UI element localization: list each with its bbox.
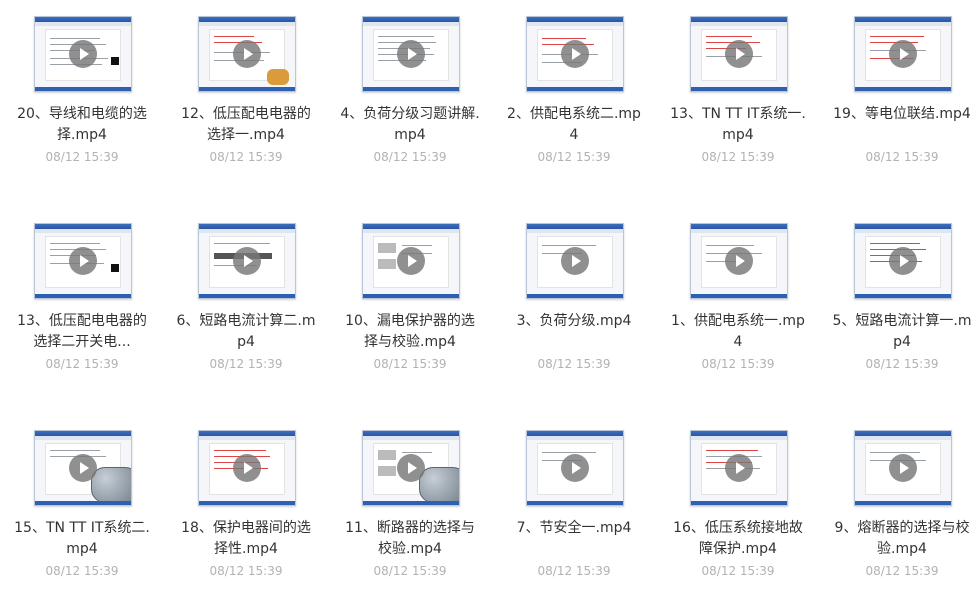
- video-title[interactable]: 9、熔断器的选择与校验.mp4: [832, 518, 972, 560]
- video-card[interactable]: 11、断路器的选择与校验.mp4 08/12 15:39: [328, 414, 492, 614]
- play-icon[interactable]: [69, 454, 97, 482]
- video-title[interactable]: 13、TN TT IT系统一.mp4: [668, 104, 808, 146]
- play-icon[interactable]: [397, 247, 425, 275]
- video-date: 08/12 15:39: [45, 564, 119, 578]
- play-icon[interactable]: [725, 247, 753, 275]
- video-grid: 20、导线和电缆的选择.mp4 08/12 15:39 12、低压配电电器的选择…: [0, 0, 980, 579]
- video-thumbnail[interactable]: [34, 430, 132, 506]
- video-card[interactable]: 9、熔断器的选择与校验.mp4 08/12 15:39: [820, 414, 980, 614]
- video-card[interactable]: 13、TN TT IT系统一.mp4 08/12 15:39: [656, 0, 820, 200]
- video-date: 08/12 15:39: [373, 150, 447, 164]
- video-thumbnail[interactable]: [526, 223, 624, 299]
- video-title[interactable]: 5、短路电流计算一.mp4: [832, 311, 972, 353]
- video-card[interactable]: 1、供配电系统一.mp4 08/12 15:39: [656, 207, 820, 407]
- video-date: 08/12 15:39: [865, 150, 939, 164]
- video-title[interactable]: 7、节安全一.mp4: [504, 518, 644, 539]
- video-thumbnail[interactable]: [198, 430, 296, 506]
- video-date: 08/12 15:39: [45, 357, 119, 371]
- video-thumbnail[interactable]: [854, 430, 952, 506]
- video-thumbnail[interactable]: [690, 223, 788, 299]
- video-thumbnail[interactable]: [34, 16, 132, 92]
- video-date: 08/12 15:39: [209, 357, 283, 371]
- video-card[interactable]: 13、低压配电电器的选择二开关电... 08/12 15:39: [0, 207, 164, 407]
- video-card[interactable]: 3、负荷分级.mp4 08/12 15:39: [492, 207, 656, 407]
- play-icon[interactable]: [397, 40, 425, 68]
- play-icon[interactable]: [233, 40, 261, 68]
- video-title[interactable]: 15、TN TT IT系统二.mp4: [12, 518, 152, 560]
- video-card[interactable]: 10、漏电保护器的选择与校验.mp4 08/12 15:39: [328, 207, 492, 407]
- video-title[interactable]: 18、保护电器间的选择性.mp4: [176, 518, 316, 560]
- video-card[interactable]: 19、等电位联结.mp4 08/12 15:39: [820, 0, 980, 200]
- video-thumbnail[interactable]: [362, 430, 460, 506]
- video-title[interactable]: 20、导线和电缆的选择.mp4: [12, 104, 152, 146]
- video-date: 08/12 15:39: [701, 564, 775, 578]
- video-title[interactable]: 1、供配电系统一.mp4: [668, 311, 808, 353]
- video-card[interactable]: 2、供配电系统二.mp4 08/12 15:39: [492, 0, 656, 200]
- video-date: 08/12 15:39: [701, 357, 775, 371]
- video-date: 08/12 15:39: [373, 357, 447, 371]
- video-thumbnail[interactable]: [34, 223, 132, 299]
- video-thumbnail[interactable]: [362, 223, 460, 299]
- video-title[interactable]: 13、低压配电电器的选择二开关电...: [12, 311, 152, 353]
- device-image: [419, 467, 459, 503]
- device-image: [91, 467, 131, 503]
- video-title[interactable]: 6、短路电流计算二.mp4: [176, 311, 316, 353]
- video-title[interactable]: 12、低压配电电器的选择一.mp4: [176, 104, 316, 146]
- video-date: 08/12 15:39: [865, 357, 939, 371]
- video-title[interactable]: 10、漏电保护器的选择与校验.mp4: [340, 311, 480, 353]
- video-thumbnail[interactable]: [690, 430, 788, 506]
- video-card[interactable]: 15、TN TT IT系统二.mp4 08/12 15:39: [0, 414, 164, 614]
- video-title[interactable]: 2、供配电系统二.mp4: [504, 104, 644, 146]
- video-card[interactable]: 12、低压配电电器的选择一.mp4 08/12 15:39: [164, 0, 328, 200]
- video-card[interactable]: 20、导线和电缆的选择.mp4 08/12 15:39: [0, 0, 164, 200]
- video-thumbnail[interactable]: [854, 223, 952, 299]
- video-title[interactable]: 11、断路器的选择与校验.mp4: [340, 518, 480, 560]
- video-thumbnail[interactable]: [198, 16, 296, 92]
- video-date: 08/12 15:39: [537, 357, 611, 371]
- video-date: 08/12 15:39: [537, 150, 611, 164]
- video-title[interactable]: 16、低压系统接地故障保护.mp4: [668, 518, 808, 560]
- play-icon[interactable]: [397, 454, 425, 482]
- video-date: 08/12 15:39: [45, 150, 119, 164]
- video-thumbnail[interactable]: [362, 16, 460, 92]
- play-icon[interactable]: [889, 40, 917, 68]
- play-icon[interactable]: [889, 247, 917, 275]
- video-date: 08/12 15:39: [865, 564, 939, 578]
- video-thumbnail[interactable]: [526, 16, 624, 92]
- video-date: 08/12 15:39: [209, 150, 283, 164]
- video-title[interactable]: 4、负荷分级习题讲解.mp4: [340, 104, 480, 146]
- video-title[interactable]: 3、负荷分级.mp4: [504, 311, 644, 332]
- video-card[interactable]: 6、短路电流计算二.mp4 08/12 15:39: [164, 207, 328, 407]
- video-thumbnail[interactable]: [690, 16, 788, 92]
- video-card[interactable]: 5、短路电流计算一.mp4 08/12 15:39: [820, 207, 980, 407]
- play-icon[interactable]: [233, 247, 261, 275]
- play-icon[interactable]: [561, 454, 589, 482]
- play-icon[interactable]: [561, 247, 589, 275]
- play-icon[interactable]: [69, 247, 97, 275]
- play-icon[interactable]: [725, 454, 753, 482]
- video-card[interactable]: 7、节安全一.mp4 08/12 15:39: [492, 414, 656, 614]
- video-date: 08/12 15:39: [209, 564, 283, 578]
- play-icon[interactable]: [889, 454, 917, 482]
- video-thumbnail[interactable]: [526, 430, 624, 506]
- play-icon[interactable]: [69, 40, 97, 68]
- video-card[interactable]: 18、保护电器间的选择性.mp4 08/12 15:39: [164, 414, 328, 614]
- video-thumbnail[interactable]: [198, 223, 296, 299]
- video-thumbnail[interactable]: [854, 16, 952, 92]
- video-date: 08/12 15:39: [537, 564, 611, 578]
- video-card[interactable]: 4、负荷分级习题讲解.mp4 08/12 15:39: [328, 0, 492, 200]
- play-icon[interactable]: [725, 40, 753, 68]
- video-date: 08/12 15:39: [373, 564, 447, 578]
- play-icon[interactable]: [233, 454, 261, 482]
- play-icon[interactable]: [561, 40, 589, 68]
- video-card[interactable]: 16、低压系统接地故障保护.mp4 08/12 15:39: [656, 414, 820, 614]
- video-date: 08/12 15:39: [701, 150, 775, 164]
- video-title[interactable]: 19、等电位联结.mp4: [832, 104, 972, 125]
